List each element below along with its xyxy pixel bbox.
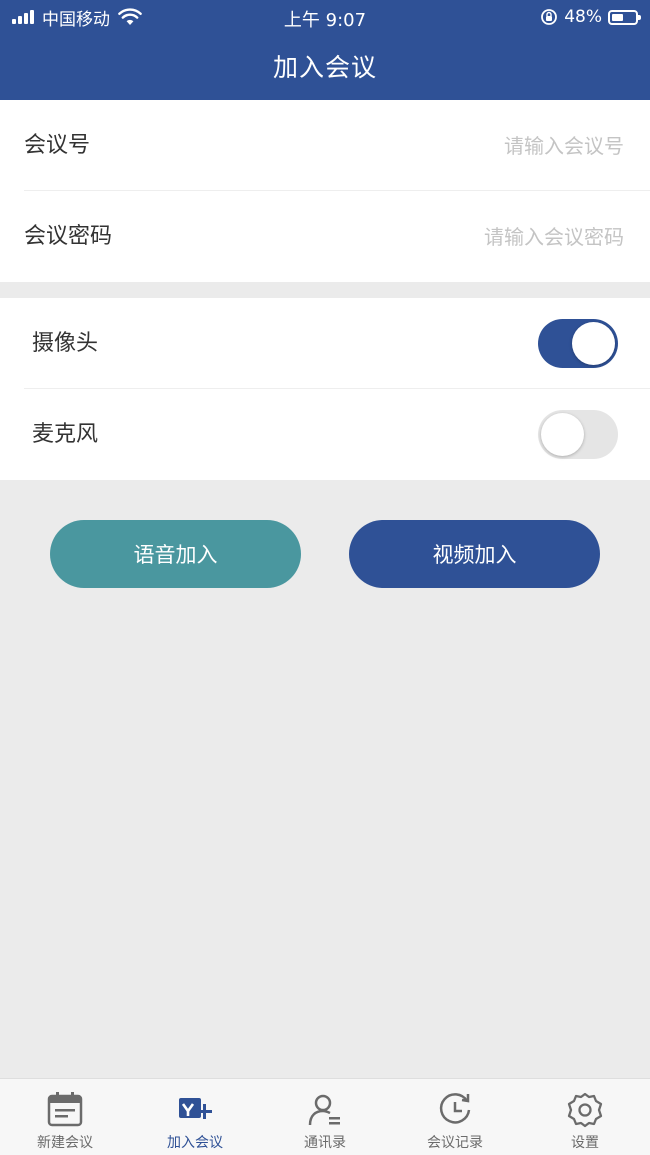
meeting-password-input[interactable] <box>324 217 624 257</box>
toggle-knob <box>541 413 584 456</box>
tab-settings[interactable]: 设置 <box>520 1079 650 1155</box>
meeting-form: 会议号 会议密码 <box>0 100 650 282</box>
tab-label: 新建会议 <box>37 1135 93 1151</box>
tab-label: 会议记录 <box>427 1135 483 1151</box>
battery-fill <box>612 13 623 21</box>
history-clock-icon <box>439 1093 471 1124</box>
tab-bar: 新建会议 加入会议 通讯录 会议记录 设置 <box>0 1078 650 1155</box>
gear-icon <box>567 1092 603 1128</box>
tab-meeting-history[interactable]: 会议记录 <box>390 1079 520 1155</box>
video-join-button[interactable]: 视频加入 <box>349 520 600 588</box>
page-title: 加入会议 <box>272 53 377 82</box>
toggle-knob <box>572 322 615 365</box>
tab-contacts[interactable]: 通讯录 <box>260 1079 390 1155</box>
rotation-lock-icon <box>541 9 558 25</box>
calendar-icon <box>47 1092 83 1127</box>
battery-tip <box>638 14 641 20</box>
media-settings: 摄像头 麦克风 <box>0 298 650 480</box>
meeting-password-row: 会议密码 <box>0 191 650 282</box>
status-bar: 中国移动 上午 9:07 48% <box>0 0 650 34</box>
join-meeting-icon <box>179 1098 212 1119</box>
tab-label: 设置 <box>571 1135 599 1151</box>
meeting-number-label: 会议号 <box>24 133 91 158</box>
status-bar-right: 48% <box>540 6 641 28</box>
meeting-password-label: 会议密码 <box>24 224 113 249</box>
microphone-row: 麦克风 <box>0 389 650 480</box>
battery-percent: 48% <box>564 7 602 27</box>
join-meeting-screen: 中国移动 上午 9:07 48% 加入会议 会议号 请输入会议号 会议密码 摄像… <box>0 0 650 1155</box>
battery-icon <box>608 9 641 25</box>
tab-join-meeting[interactable]: 加入会议 <box>130 1079 260 1155</box>
microphone-label: 麦克风 <box>32 422 99 447</box>
tab-label: 通讯录 <box>304 1135 346 1151</box>
contacts-icon <box>308 1094 340 1126</box>
tab-new-meeting[interactable]: 新建会议 <box>0 1079 130 1155</box>
meeting-number-row: 会议号 <box>0 100 650 191</box>
camera-toggle[interactable] <box>538 319 618 368</box>
header: 中国移动 上午 9:07 48% 加入会议 <box>0 0 650 100</box>
voice-join-button[interactable]: 语音加入 <box>50 520 301 588</box>
microphone-toggle[interactable] <box>538 410 618 459</box>
camera-row: 摄像头 <box>0 298 650 389</box>
camera-label: 摄像头 <box>32 331 99 356</box>
tab-label: 加入会议 <box>167 1135 223 1151</box>
meeting-number-input[interactable] <box>324 126 624 166</box>
